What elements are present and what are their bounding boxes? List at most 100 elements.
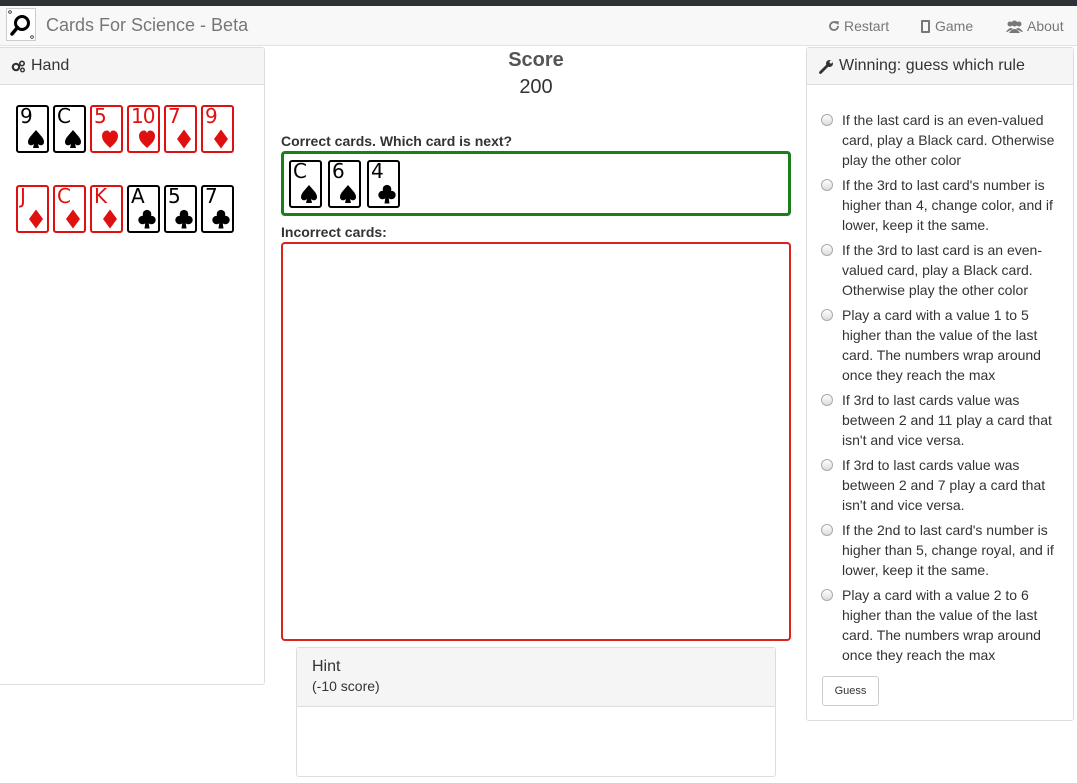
card-icon [921,19,930,33]
restart-label: Restart [844,18,890,34]
rule-radio[interactable] [821,179,833,191]
card-rank: 9 [20,104,33,128]
rule-text: If the 3rd to last card is an even-value… [842,242,1042,298]
diamond-suit-icon [177,129,191,149]
card-rank: 6 [332,159,345,183]
rule-text: Play a card with a value 2 to 6 higher t… [842,587,1041,663]
app-logo[interactable] [6,8,36,41]
rule-radio[interactable] [821,459,833,471]
hand-heading: Hand [0,48,264,85]
hand-card[interactable]: C [53,104,86,153]
heart-suit-icon [139,130,155,148]
rule-option[interactable]: If 3rd to last cards value was between 2… [821,390,1071,450]
hand-row-1: 9 C 5 10 7 9 [16,104,234,153]
card-rank: 5 [94,104,107,128]
rule-option[interactable]: Play a card with a value 2 to 6 higher t… [821,585,1071,665]
correct-cards-label: Correct cards. Which card is next? [281,133,513,149]
heart-suit-icon [102,130,118,148]
hand-panel: Hand 9 C 5 10 7 9 JCKA57 [0,47,265,685]
rules-title: Winning: guess which rule [839,57,1025,74]
hint-cost: (-10 score) [312,678,380,694]
rule-text: If 3rd to last cards value was between 2… [842,457,1046,513]
incorrect-cards-box [281,242,791,641]
rule-radio[interactable] [821,524,833,536]
game-link[interactable]: Game [920,18,973,34]
hint-title: Hint [312,658,341,675]
spade-suit-icon [28,130,44,148]
rule-option[interactable]: If 3rd to last cards value was between 2… [821,455,1071,515]
card-rank: K [94,184,107,208]
score-value: 200 [519,76,553,98]
club-suit-icon [378,184,396,204]
hand-card[interactable]: 9 [16,104,49,153]
rule-text: Play a card with a value 1 to 5 higher t… [842,307,1041,383]
card-rank: C [57,184,71,208]
hand-title: Hand [31,57,70,74]
hand-card[interactable]: 7 [164,104,197,153]
diamond-suit-icon [29,209,43,229]
hand-card[interactable]: K [90,184,123,233]
club-suit-icon [212,209,230,229]
card-rank: 10 [131,104,155,128]
rule-radio[interactable] [821,244,833,256]
score-title: Score [508,49,564,71]
rule-text: If the last card is an even-valued card,… [842,112,1055,168]
guess-button[interactable]: Guess [822,676,879,706]
navbar: Cards For Science - Beta Restart Game Ab… [0,6,1077,46]
rule-option[interactable]: If the 3rd to last card's number is high… [821,175,1071,235]
correct-cards-box: C 6 4 [281,151,791,216]
rule-text: If 3rd to last cards value was between 2… [842,392,1052,448]
rules-heading: Winning: guess which rule [807,48,1073,85]
hand-card[interactable]: C [53,184,86,233]
spade-suit-icon [301,185,317,203]
rules-list: If the last card is an even-valued card,… [821,110,1071,670]
rules-panel: Winning: guess which rule If the last ca… [806,47,1074,721]
magnifier-icon [8,10,34,39]
rule-option[interactable]: If the 3rd to last card is an even-value… [821,240,1071,300]
rule-text: If the 3rd to last card's number is high… [842,177,1053,233]
card-rank: 5 [168,184,181,208]
hand-row-2: J CKA57 [16,184,234,233]
diamond-suit-icon [66,209,80,229]
card-rank: A [131,184,145,208]
hand-card[interactable]: 5 [164,184,197,233]
game-label: Game [935,18,974,34]
card-rank: C [57,104,71,128]
club-suit-icon [138,209,156,229]
rule-radio[interactable] [821,114,833,126]
hint-button[interactable]: Hint (-10 score) [297,648,775,707]
users-icon [1006,20,1023,33]
about-link[interactable]: About [1006,18,1064,34]
card-rank: 7 [168,104,181,128]
hand-card[interactable]: A [127,184,160,233]
spade-suit-icon [340,185,356,203]
gears-icon [11,59,26,72]
diamond-suit-icon [214,129,228,149]
brand-title[interactable]: Cards For Science - Beta [46,15,248,36]
spade-suit-icon [65,130,81,148]
rule-option[interactable]: If the last card is an even-valued card,… [821,110,1071,170]
rule-radio[interactable] [821,394,833,406]
rule-radio[interactable] [821,589,833,601]
about-label: About [1027,18,1064,34]
rule-radio[interactable] [821,309,833,321]
rule-option[interactable]: If the 2nd to last card's number is high… [821,520,1071,580]
wrench-icon [819,59,833,74]
hand-card[interactable]: 10 [127,104,160,153]
hand-card[interactable]: 9 [201,104,234,153]
rule-option[interactable]: Play a card with a value 1 to 5 higher t… [821,305,1071,385]
hand-card[interactable]: 5 [90,104,123,153]
correct-card[interactable]: 6 [328,159,361,208]
card-rank: J [20,184,26,208]
correct-card[interactable]: 4 [367,159,400,208]
incorrect-cards-label: Incorrect cards: [281,224,387,240]
hand-card[interactable]: 7 [201,184,234,233]
rule-text: If the 2nd to last card's number is high… [842,522,1054,578]
correct-card[interactable]: C [289,159,322,208]
card-rank: 9 [205,104,218,128]
restart-link[interactable]: Restart [828,18,889,34]
card-rank: 4 [371,159,384,183]
hand-card[interactable]: J [16,184,49,233]
refresh-icon [829,21,839,31]
diamond-suit-icon [103,209,117,229]
